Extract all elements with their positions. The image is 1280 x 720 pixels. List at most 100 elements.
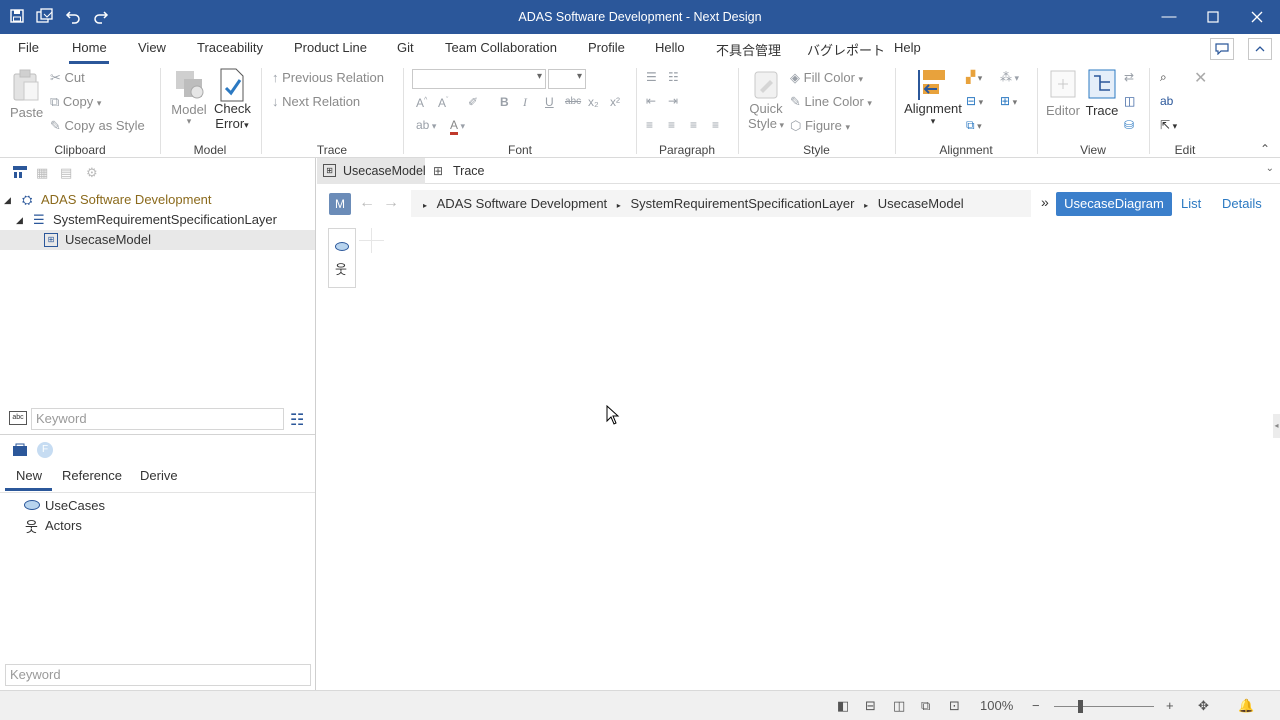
menu-bug-report[interactable]: バグレポート: [807, 40, 885, 59]
tree-view-icon[interactable]: [12, 165, 28, 182]
align-center-icon[interactable]: ≡: [668, 118, 675, 132]
menu-product-line[interactable]: Product Line: [294, 40, 367, 55]
menu-git[interactable]: Git: [397, 40, 414, 55]
add-model-icon[interactable]: ▦: [36, 165, 48, 181]
model-badge[interactable]: M: [329, 193, 351, 215]
expand-arrow-icon[interactable]: ◢: [4, 190, 11, 210]
diagram-canvas[interactable]: 웃 ◂: [317, 222, 1280, 690]
clear-format-icon[interactable]: ✐: [468, 95, 478, 109]
superscript-icon[interactable]: x²: [610, 95, 620, 109]
check-error-button[interactable]: Check Error▾: [214, 68, 251, 131]
arrange-front-icon[interactable]: ▞ ▾: [966, 70, 982, 84]
property-panel-handle[interactable]: ◂: [1273, 414, 1280, 438]
model-button[interactable]: Model ▾: [170, 68, 208, 126]
menu-traceability[interactable]: Traceability: [197, 40, 263, 55]
minimize-button[interactable]: —: [1146, 0, 1192, 34]
zoom-out-icon[interactable]: −: [1032, 698, 1040, 713]
menu-defect-management[interactable]: 不具合管理: [716, 40, 781, 59]
tab-new[interactable]: New: [16, 468, 42, 483]
maximize-button[interactable]: [1190, 0, 1236, 34]
layout-single-icon[interactable]: ◧: [837, 698, 849, 714]
replace-icon[interactable]: ab: [1160, 94, 1173, 108]
palette-search-input[interactable]: Keyword: [5, 664, 311, 686]
font-family-select[interactable]: [412, 69, 546, 89]
delete-icon[interactable]: ✕: [1194, 68, 1207, 88]
filter-icon[interactable]: F: [37, 442, 53, 458]
details-view-button[interactable]: Details: [1222, 192, 1262, 216]
cut-button[interactable]: ✂ Cut: [50, 70, 85, 86]
editor-button[interactable]: Editor: [1044, 68, 1082, 118]
trace-view-button[interactable]: Trace: [1085, 68, 1119, 118]
underline-icon[interactable]: U: [545, 95, 554, 109]
breadcrumb-item[interactable]: SystemRequirementSpecificationLayer: [630, 196, 854, 211]
forward-arrow-icon[interactable]: →: [383, 194, 399, 212]
bullet-list-icon[interactable]: ☰: [646, 70, 657, 84]
collapse-ribbon-icon[interactable]: [1248, 38, 1272, 60]
tab-overflow-icon[interactable]: ⌄: [1266, 163, 1274, 174]
font-color-icon[interactable]: A ▾: [450, 118, 465, 135]
grow-font-icon[interactable]: A^: [416, 96, 427, 110]
figure-button[interactable]: ⬡ Figure ▾: [790, 118, 850, 134]
layer-icon[interactable]: ⧉ ▾: [966, 118, 982, 133]
numbered-list-icon[interactable]: ☷: [668, 70, 679, 84]
expand-arrow-icon[interactable]: ◢: [16, 210, 23, 230]
copy-as-style-button[interactable]: ✎ Copy as Style: [50, 118, 145, 134]
layout-icon[interactable]: ◫: [1124, 94, 1135, 108]
menu-home[interactable]: Home: [72, 40, 107, 55]
group-icon[interactable]: ⊞ ▾: [1000, 94, 1017, 108]
filter-icon[interactable]: ⛁: [1124, 118, 1134, 132]
font-size-select[interactable]: [548, 69, 586, 89]
menu-team-collaboration[interactable]: Team Collaboration: [445, 40, 557, 55]
find-icon[interactable]: ⌕: [1160, 70, 1167, 85]
decrease-indent-icon[interactable]: ⇤: [646, 94, 656, 108]
strikethrough-icon[interactable]: abc: [565, 96, 581, 107]
settings-icon[interactable]: ⚙: [86, 165, 98, 181]
usecase-diagram-button[interactable]: UsecaseDiagram: [1056, 192, 1172, 216]
collapse-icon[interactable]: ⌃: [1260, 142, 1270, 156]
menu-file[interactable]: File: [18, 40, 39, 55]
menu-view[interactable]: View: [138, 40, 166, 55]
quick-style-button[interactable]: Quick Style ▾: [748, 70, 784, 131]
palette-icon[interactable]: [12, 443, 28, 460]
paste-button[interactable]: Paste: [10, 68, 43, 120]
previous-relation-button[interactable]: ↑ Previous Relation: [272, 70, 384, 85]
back-arrow-icon[interactable]: ←: [359, 194, 375, 212]
menu-hello[interactable]: Hello: [655, 40, 685, 55]
usecase-tool-icon[interactable]: [335, 242, 349, 251]
zoom-in-icon[interactable]: +: [1166, 698, 1174, 713]
actor-tool-icon[interactable]: 웃: [335, 259, 347, 278]
select-icon[interactable]: ⇱ ▾: [1160, 118, 1177, 132]
tab-derive[interactable]: Derive: [140, 468, 178, 483]
comment-icon[interactable]: [1210, 38, 1234, 60]
tree-item-project[interactable]: ◢ ⛭ ADAS Software Development: [0, 190, 315, 210]
breadcrumb-item[interactable]: ADAS Software Development: [437, 196, 608, 211]
layout-vertical-icon[interactable]: ◫: [893, 698, 905, 714]
palette-item-usecases[interactable]: UseCases: [45, 498, 105, 513]
line-color-button[interactable]: ✎ Line Color ▾: [790, 94, 872, 110]
copy-button[interactable]: ⧉ Copy ▾: [50, 94, 101, 110]
close-button[interactable]: [1234, 0, 1280, 34]
add-package-icon[interactable]: ▤: [60, 165, 72, 181]
subscript-icon[interactable]: x₂: [588, 95, 599, 109]
filter-settings-icon[interactable]: ☷: [290, 410, 304, 430]
zoom-slider-thumb[interactable]: [1078, 700, 1083, 713]
next-relation-button[interactable]: ↓ Next Relation: [272, 94, 360, 109]
tree-item-usecase-model[interactable]: ⊞ UsecaseModel: [0, 230, 315, 250]
align-left-icon[interactable]: ≡: [646, 118, 653, 132]
highlight-color-icon[interactable]: ab ▾: [416, 118, 436, 132]
list-view-button[interactable]: List: [1181, 192, 1201, 216]
swap-icon[interactable]: ⇄: [1124, 70, 1134, 84]
menu-profile[interactable]: Profile: [588, 40, 625, 55]
tab-usecase-model[interactable]: ⊞ UsecaseModel: [317, 158, 426, 184]
palette-item-actors[interactable]: Actors: [45, 518, 82, 533]
shrink-font-icon[interactable]: Aˇ: [438, 96, 448, 110]
notification-bell-icon[interactable]: 🔔: [1238, 698, 1254, 714]
layout-tile-icon[interactable]: ⧉: [921, 698, 930, 714]
menu-help[interactable]: Help: [894, 40, 921, 55]
breadcrumb-item[interactable]: UsecaseModel: [878, 196, 964, 211]
move-icon[interactable]: ✥: [1198, 698, 1209, 714]
tab-reference[interactable]: Reference: [62, 468, 122, 483]
layout-horizontal-icon[interactable]: ⊟: [865, 698, 876, 714]
same-size-icon[interactable]: ⊟ ▾: [966, 94, 983, 108]
tree-item-layer[interactable]: ◢ ☰ SystemRequirementSpecificationLayer: [0, 210, 315, 230]
